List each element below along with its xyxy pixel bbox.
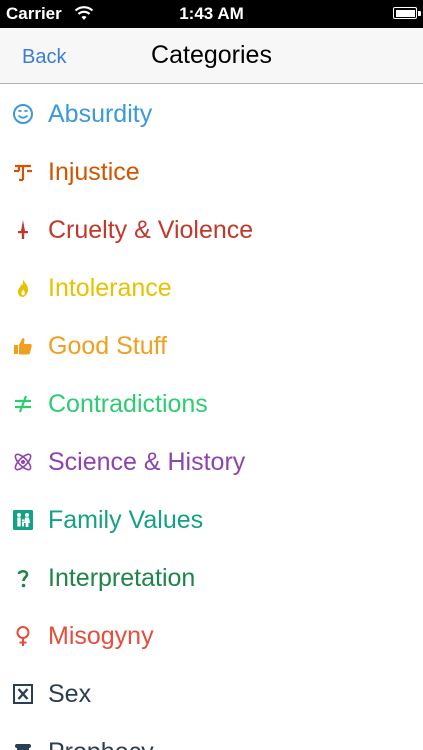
family-icon bbox=[11, 508, 35, 532]
category-row-misogyny[interactable]: Misogyny bbox=[0, 606, 423, 664]
x-rated-icon bbox=[11, 682, 35, 706]
category-row-prophecy[interactable]: Prophecy bbox=[0, 722, 423, 750]
category-list[interactable]: Absurdity Injustice Cruelty & Violence I… bbox=[0, 84, 423, 750]
smiley-icon bbox=[11, 102, 35, 126]
category-row-sex[interactable]: Sex bbox=[0, 664, 423, 722]
category-row-cruelty-violence[interactable]: Cruelty & Violence bbox=[0, 200, 423, 258]
category-row-intolerance[interactable]: Intolerance bbox=[0, 258, 423, 316]
category-row-injustice[interactable]: Injustice bbox=[0, 142, 423, 200]
category-label: Good Stuff bbox=[48, 332, 168, 360]
category-row-interpretation[interactable]: Interpretation bbox=[0, 548, 423, 606]
not-equal-icon bbox=[11, 392, 35, 416]
scroll-icon bbox=[11, 740, 35, 750]
page-title: Categories bbox=[151, 41, 272, 69]
category-label: Prophecy bbox=[48, 737, 154, 750]
battery-icon bbox=[393, 7, 417, 19]
female-symbol-icon bbox=[11, 624, 35, 648]
category-label: Absurdity bbox=[48, 100, 153, 128]
category-label: Interpretation bbox=[48, 564, 196, 592]
injustice-icon bbox=[11, 160, 35, 184]
atom-icon bbox=[11, 450, 35, 474]
category-label: Family Values bbox=[48, 506, 204, 534]
category-label: Misogyny bbox=[48, 622, 154, 650]
category-label: Science & History bbox=[48, 448, 246, 476]
category-row-absurdity[interactable]: Absurdity bbox=[0, 84, 423, 142]
category-label: Cruelty & Violence bbox=[48, 216, 254, 244]
category-label: Injustice bbox=[48, 158, 140, 186]
category-label: Sex bbox=[48, 680, 92, 708]
clock: 1:43 AM bbox=[179, 4, 244, 23]
category-row-science-history[interactable]: Science & History bbox=[0, 432, 423, 490]
category-row-family-values[interactable]: Family Values bbox=[0, 490, 423, 548]
category-row-contradictions[interactable]: Contradictions bbox=[0, 374, 423, 432]
battery-tip bbox=[418, 11, 421, 16]
thumbs-up-icon bbox=[11, 334, 35, 358]
category-label: Contradictions bbox=[48, 390, 208, 418]
category-row-good-stuff[interactable]: Good Stuff bbox=[0, 316, 423, 374]
dagger-icon bbox=[11, 218, 35, 242]
status-bar: Carrier 1:43 AM bbox=[0, 0, 423, 28]
category-label: Intolerance bbox=[48, 274, 172, 302]
question-icon bbox=[11, 566, 35, 590]
flame-icon bbox=[11, 276, 35, 300]
navigation-bar: Back Categories bbox=[0, 28, 423, 84]
